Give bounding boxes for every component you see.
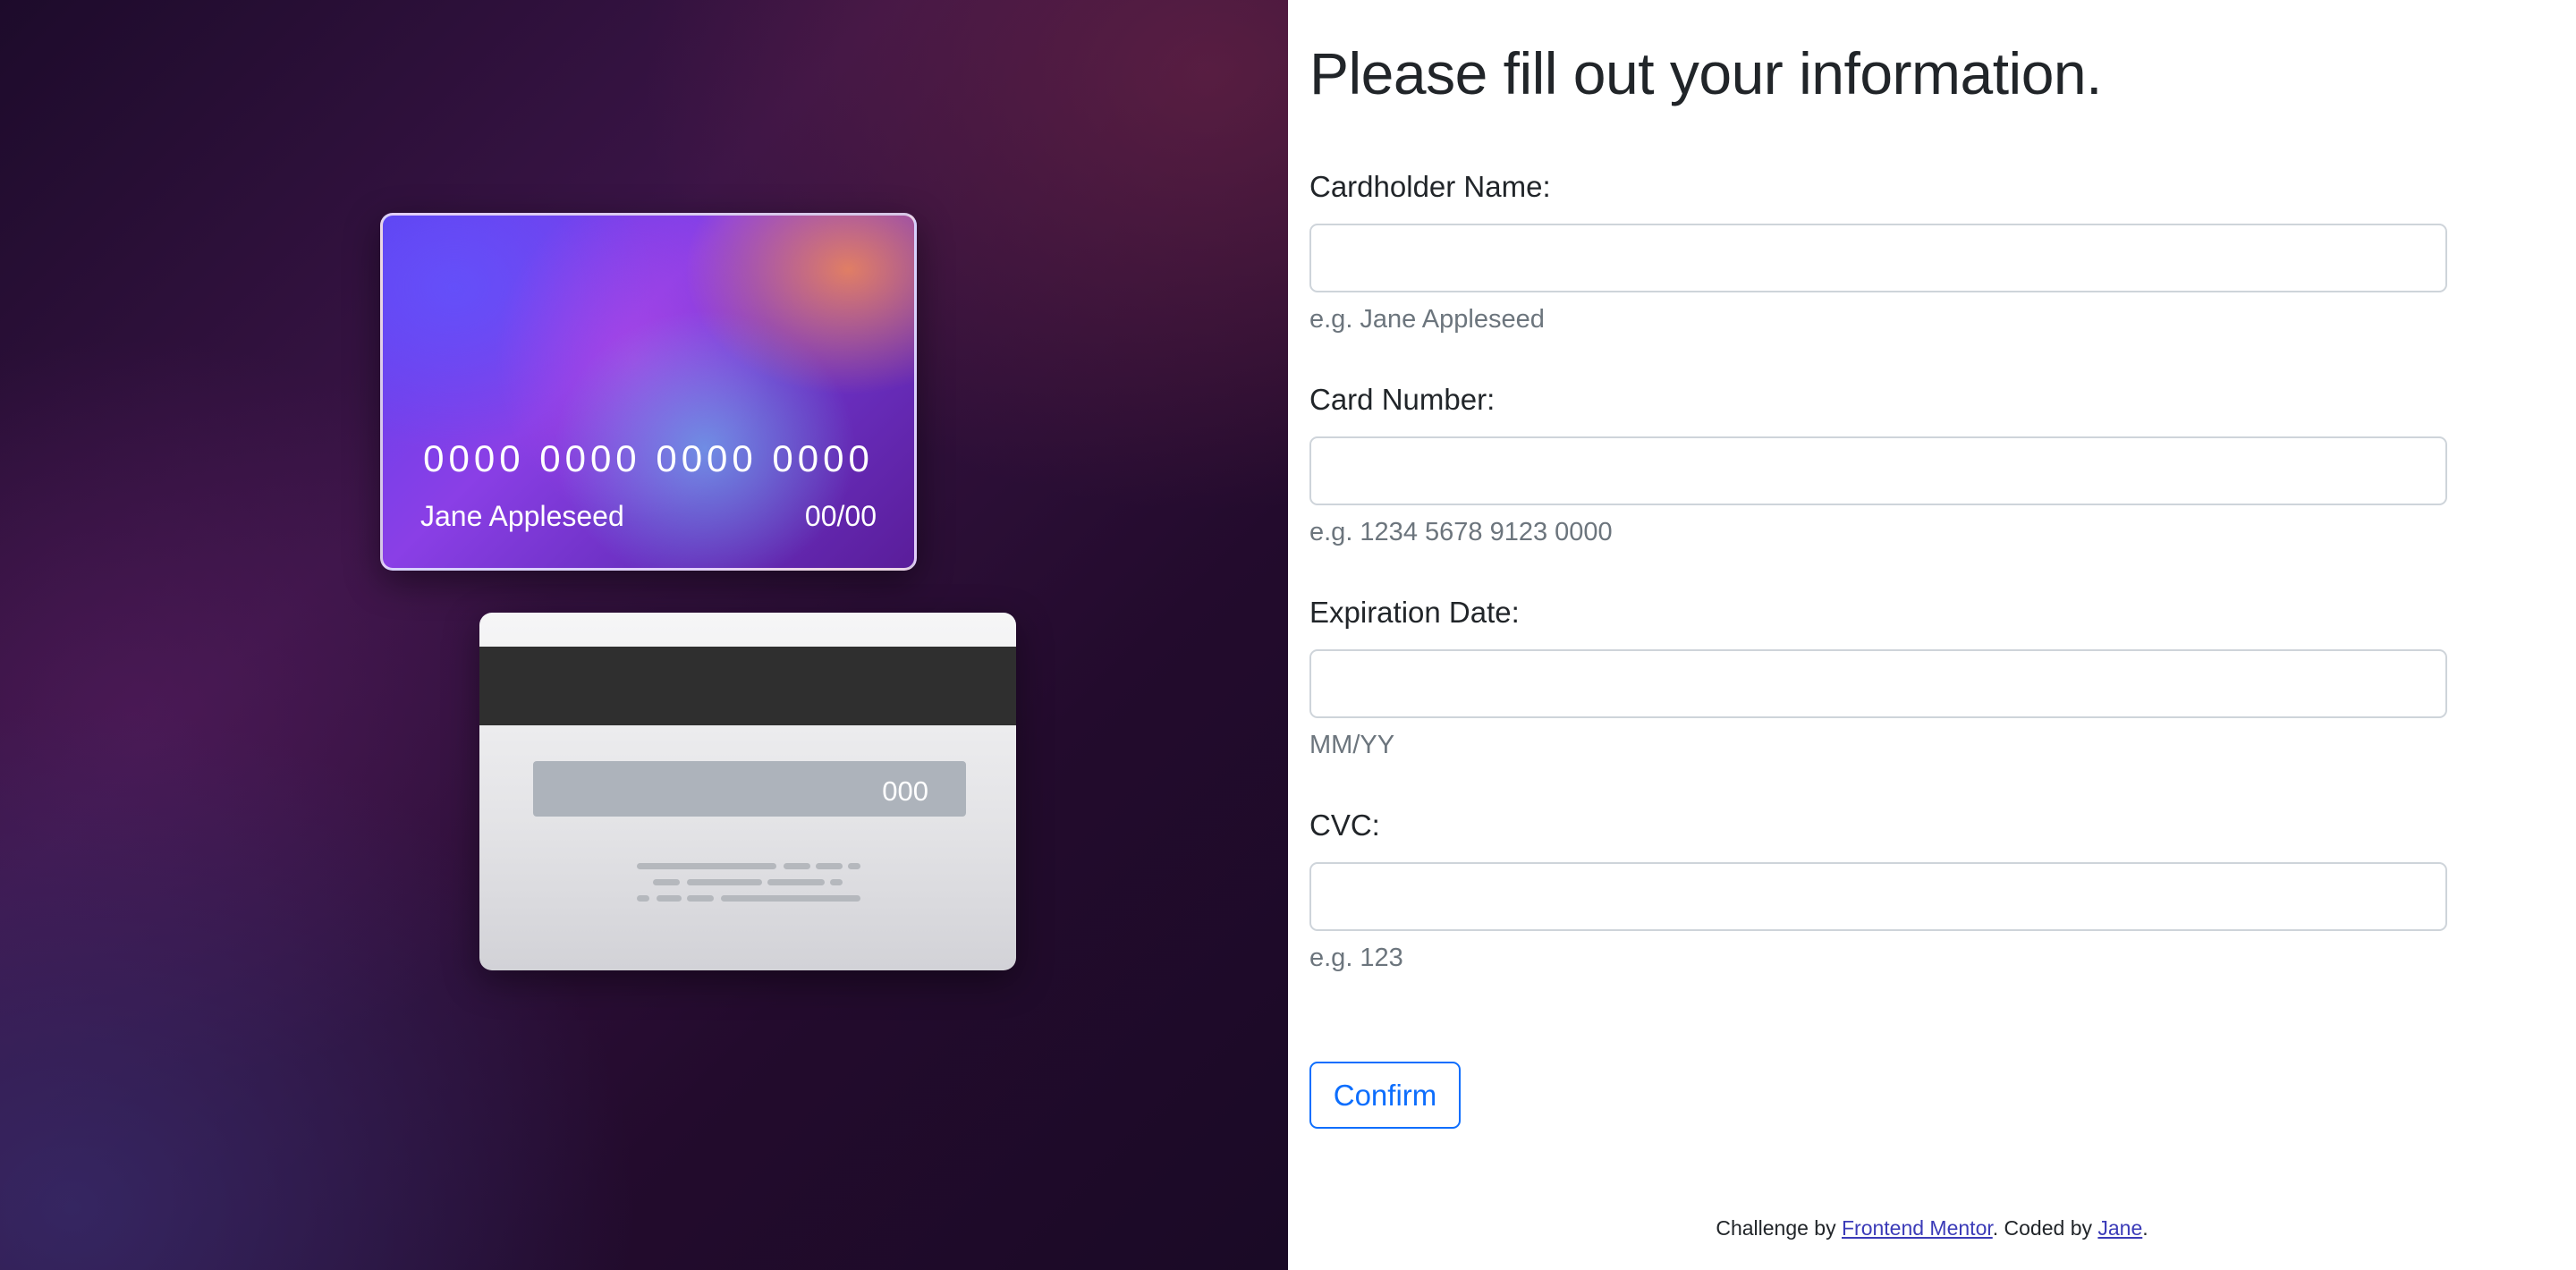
expiration-date-input[interactable] <box>1309 649 2447 718</box>
card-preview-panel: 0000 0000 0000 0000 Jane Appleseed 00/00… <box>0 0 1288 1270</box>
card-back-cvc: 000 <box>882 775 928 807</box>
cardholder-name-label: Cardholder Name: <box>1309 170 1551 203</box>
card-back: 000 <box>479 613 1016 970</box>
card-front-number: 0000 0000 0000 0000 <box>423 437 874 479</box>
form-panel: Please fill out your information. Cardho… <box>1288 0 2576 1270</box>
cardholder-name-input[interactable] <box>1309 224 2447 292</box>
footer-prefix: Challenge by <box>1716 1216 1842 1240</box>
page-title: Please fill out your information. <box>1309 40 2102 106</box>
cvc-hint: e.g. 123 <box>1309 944 1403 972</box>
card-number-hint: e.g. 1234 5678 9123 0000 <box>1309 518 1613 546</box>
frontend-mentor-link[interactable]: Frontend Mentor <box>1842 1216 1993 1240</box>
confirm-button[interactable]: Confirm <box>1309 1062 1461 1129</box>
card-back-fine-print <box>637 863 869 908</box>
author-link[interactable]: Jane <box>2097 1216 2142 1240</box>
cvc-label: CVC: <box>1309 809 1380 842</box>
card-number-input[interactable] <box>1309 436 2447 505</box>
cardholder-name-hint: e.g. Jane Appleseed <box>1309 305 1545 334</box>
card-front: 0000 0000 0000 0000 Jane Appleseed 00/00 <box>380 213 917 571</box>
footer-suffix: . <box>2142 1216 2148 1240</box>
expiration-date-label: Expiration Date: <box>1309 596 1520 629</box>
magnetic-stripe <box>479 647 1016 725</box>
card-front-expiry: 00/00 <box>804 500 877 532</box>
signature-strip: 000 <box>533 761 966 817</box>
cvc-input[interactable] <box>1309 862 2447 931</box>
footer-attribution: Challenge by Frontend Mentor. Coded by J… <box>1288 1216 2576 1240</box>
footer-middle: . Coded by <box>1992 1216 2098 1240</box>
card-front-name: Jane Appleseed <box>420 500 624 532</box>
card-number-label: Card Number: <box>1309 383 1496 416</box>
expiration-date-hint: MM/YY <box>1309 731 1395 759</box>
